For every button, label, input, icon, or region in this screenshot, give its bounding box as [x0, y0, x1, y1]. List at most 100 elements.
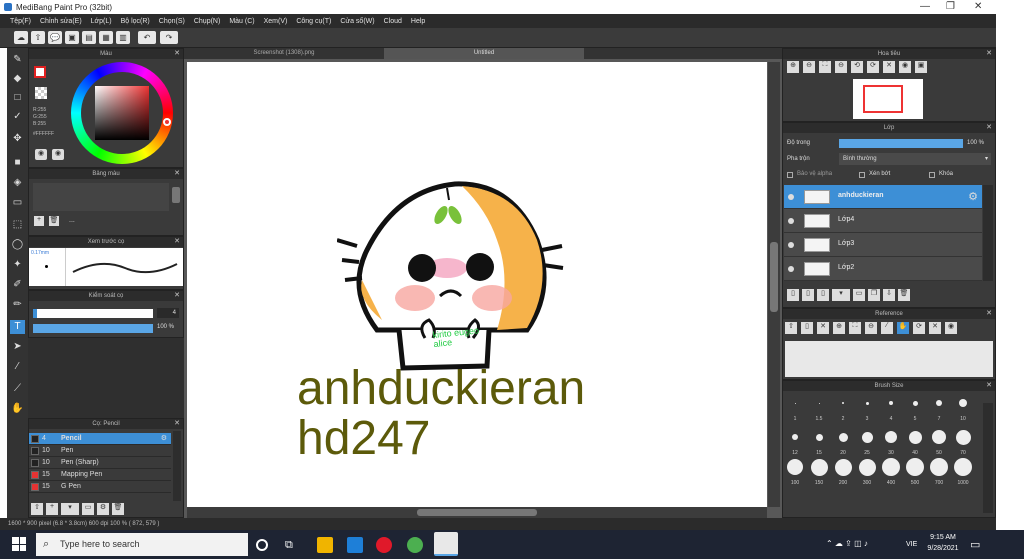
layer-list-scrollbar[interactable]: [983, 185, 993, 281]
new-layer-icon[interactable]: ▯: [787, 289, 799, 301]
text-tool-icon[interactable]: T: [10, 320, 25, 334]
ref-hand-icon[interactable]: ✋: [897, 322, 909, 334]
comment-icon[interactable]: 💬: [48, 31, 62, 44]
layer-settings-icon[interactable]: ⚙: [968, 190, 978, 203]
maximize-icon[interactable]: ❐: [946, 1, 955, 12]
ref-upload-icon[interactable]: ⇧: [785, 322, 797, 334]
delete-layer-icon[interactable]: 🗑: [898, 289, 910, 301]
reset-icon[interactable]: ◉: [899, 61, 911, 73]
color-square[interactable]: [95, 86, 149, 140]
close-icon[interactable]: ✕: [986, 123, 992, 133]
upload-brush-icon[interactable]: ⇧: [31, 503, 43, 515]
brush-size-dot[interactable]: [889, 401, 893, 405]
select-eraser-icon[interactable]: ✏: [10, 298, 25, 312]
select-pen-icon[interactable]: ✓: [10, 110, 25, 124]
canvas-text-line-2[interactable]: hd247: [297, 415, 430, 463]
flip-icon[interactable]: ✕: [883, 61, 895, 73]
color-wheel[interactable]: [71, 62, 173, 164]
actual-size-icon[interactable]: ⊖: [835, 61, 847, 73]
visibility-icon[interactable]: [788, 194, 794, 200]
delete-palette-icon[interactable]: 🗑: [49, 216, 59, 226]
cloud-icon[interactable]: ☁: [14, 31, 28, 44]
ref-zoom-out-icon[interactable]: ⊖: [865, 322, 877, 334]
add-layer-menu-icon[interactable]: ▾: [832, 289, 850, 301]
brush-item-pencil[interactable]: 4 Pencil ⚙: [29, 433, 171, 445]
ref-new-icon[interactable]: ▯: [801, 322, 813, 334]
zoom-out-icon[interactable]: ⊖: [803, 61, 815, 73]
navigator-thumbnail[interactable]: [853, 79, 923, 119]
vertical-scrollbar[interactable]: [768, 62, 780, 507]
cortana-icon[interactable]: [256, 539, 268, 551]
close-icon[interactable]: ✕: [986, 381, 992, 391]
brush-size-dot[interactable]: [936, 400, 942, 406]
brush-size-dot[interactable]: [954, 458, 972, 476]
rotate-right-icon[interactable]: ⟳: [867, 61, 879, 73]
list-icon[interactable]: ▥: [116, 31, 130, 44]
brush-size-dot[interactable]: [865, 401, 869, 405]
ref-zoom-in-icon[interactable]: ⊕: [833, 322, 845, 334]
pen-tool-icon[interactable]: ✎: [10, 53, 25, 67]
menu-window[interactable]: Cửa sổ(W): [340, 18, 374, 25]
menu-tools[interactable]: Công cụ(T): [296, 18, 331, 25]
brush-size-dot[interactable]: [861, 431, 873, 443]
tab-untitled[interactable]: Untitled: [384, 48, 584, 59]
palette-scrollbar[interactable]: [172, 187, 180, 203]
brush-opacity-slider[interactable]: [33, 324, 153, 333]
ref-close-icon[interactable]: ✕: [817, 322, 829, 334]
mail-icon[interactable]: [347, 537, 363, 553]
palette-area[interactable]: [33, 183, 169, 211]
delete-brush-icon[interactable]: 🗑: [112, 503, 124, 515]
horizontal-scroll-thumb[interactable]: [417, 509, 537, 516]
new-brush-icon[interactable]: +: [46, 503, 58, 515]
menu-snap[interactable]: Chụp(N): [194, 18, 220, 25]
visibility-icon[interactable]: [788, 266, 794, 272]
merge-layer-icon[interactable]: ⇩: [883, 289, 895, 301]
dot-tool-icon[interactable]: □: [10, 91, 25, 105]
close-icon[interactable]: ✕: [986, 49, 992, 59]
menu-select[interactable]: Chọn(S): [159, 18, 185, 25]
operation-tool-icon[interactable]: ➤: [10, 340, 25, 354]
brush-size-dot[interactable]: [885, 431, 897, 443]
redo-icon[interactable]: ↷: [160, 31, 178, 44]
hand-tool-icon[interactable]: ✋: [10, 402, 25, 416]
brush-size-dot[interactable]: [912, 400, 918, 406]
close-icon[interactable]: ✕: [174, 291, 180, 301]
brush-item-pen[interactable]: 10 Pen: [29, 445, 171, 457]
brush-list-scrollbar[interactable]: [173, 431, 181, 501]
move-tool-icon[interactable]: ✥: [10, 132, 25, 146]
menu-color[interactable]: Màu (C): [229, 18, 254, 25]
gray-icon[interactable]: ▣: [915, 61, 927, 73]
menu-filter[interactable]: Bộ lọc(R): [121, 18, 150, 25]
brush-size-dot[interactable]: [930, 458, 948, 476]
visibility-icon[interactable]: [788, 218, 794, 224]
drawing-canvas[interactable]: kirito eugeo alice anhduckieran hd247: [187, 62, 767, 507]
grid-icon[interactable]: ▦: [99, 31, 113, 44]
menu-cloud[interactable]: Cloud: [384, 18, 402, 25]
windows-start-icon[interactable]: [12, 537, 26, 551]
palette-icon[interactable]: ◉: [35, 149, 47, 160]
opera-icon[interactable]: [376, 537, 392, 553]
menu-edit[interactable]: Chỉnh sửa(E): [40, 18, 82, 25]
store-icon[interactable]: [317, 537, 333, 553]
undo-icon[interactable]: ↶: [138, 31, 156, 44]
clock-time[interactable]: 9:15 AM: [926, 534, 960, 541]
close-icon[interactable]: ✕: [974, 1, 982, 12]
layer-row-lop4[interactable]: Lớp4: [784, 209, 982, 233]
bucket-tool-icon[interactable]: ◈: [10, 176, 25, 190]
visibility-icon[interactable]: [788, 242, 794, 248]
brush-size-dot[interactable]: [815, 433, 823, 441]
close-icon[interactable]: ✕: [174, 237, 180, 247]
new-halftone-layer-icon[interactable]: ▯: [802, 289, 814, 301]
settings-icon[interactable]: ⚙: [97, 503, 109, 515]
brush-size-dot[interactable]: [838, 432, 848, 442]
layer-row-lop2[interactable]: Lớp2: [784, 257, 982, 281]
close-icon[interactable]: ✕: [986, 309, 992, 319]
tray-icons[interactable]: ⌃ ☁ ⇪ ◫ ♪: [826, 539, 868, 548]
close-icon[interactable]: ✕: [174, 49, 180, 59]
eraser-tool-icon[interactable]: ◆: [10, 72, 25, 86]
brush-item-pen-sharp[interactable]: 10 Pen (Sharp): [29, 457, 171, 469]
horizontal-scrollbar[interactable]: [187, 507, 767, 518]
lasso-icon[interactable]: ◯: [10, 238, 25, 252]
layer-opacity-slider[interactable]: [839, 139, 963, 148]
magic-wand-icon[interactable]: ✦: [10, 258, 25, 272]
